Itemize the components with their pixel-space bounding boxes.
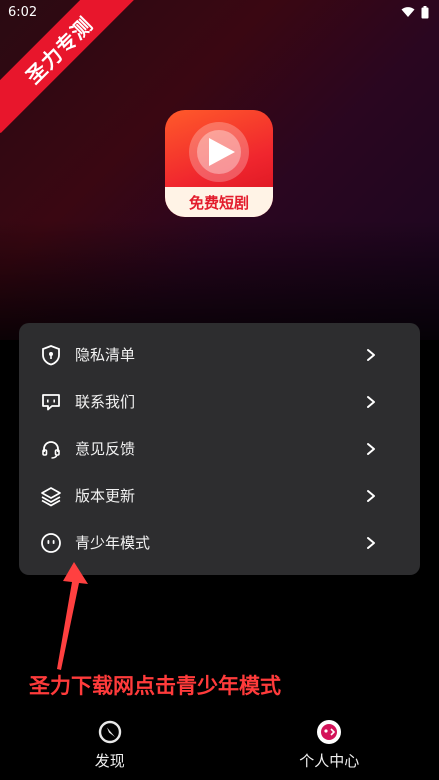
nav-item-discover[interactable]: 发现 bbox=[0, 712, 220, 780]
discover-icon bbox=[98, 720, 121, 744]
nav-item-profile[interactable]: 个人中心 bbox=[220, 712, 439, 780]
profile-icon bbox=[317, 720, 342, 744]
nav-label: 发现 bbox=[94, 752, 125, 770]
menu-item-label: 青少年模式 bbox=[75, 534, 151, 552]
chevron-right-icon bbox=[367, 536, 375, 549]
nav-label: 个人中心 bbox=[299, 752, 360, 770]
menu-item-contact[interactable]: 联系我们 bbox=[19, 378, 420, 425]
annotation-arrow-icon bbox=[57, 562, 88, 670]
status-bar: 6:02 bbox=[0, 0, 439, 24]
message-icon bbox=[39, 390, 63, 414]
battery-icon bbox=[421, 5, 429, 18]
face-icon bbox=[39, 531, 63, 555]
layers-icon bbox=[39, 484, 63, 508]
play-logo-icon bbox=[189, 122, 249, 182]
app-logo-banner: 免费短剧 bbox=[165, 187, 273, 217]
menu-item-label: 意见反馈 bbox=[75, 440, 136, 458]
menu-item-label: 隐私清单 bbox=[75, 346, 136, 364]
status-time: 6:02 bbox=[8, 4, 38, 20]
wifi-icon bbox=[401, 7, 415, 17]
menu-item-label: 版本更新 bbox=[75, 487, 136, 505]
menu-item-label: 联系我们 bbox=[75, 393, 136, 411]
status-icons bbox=[401, 5, 429, 19]
settings-menu: 隐私清单 联系我们 意见反馈 版本更新 青少年模式 bbox=[19, 323, 420, 575]
menu-item-privacy[interactable]: 隐私清单 bbox=[19, 331, 420, 378]
app-logo: 免费短剧 bbox=[165, 110, 273, 217]
menu-item-feedback[interactable]: 意见反馈 bbox=[19, 425, 420, 472]
chevron-right-icon bbox=[367, 442, 375, 455]
chevron-right-icon bbox=[367, 489, 375, 502]
chevron-right-icon bbox=[367, 395, 375, 408]
shield-icon bbox=[39, 343, 63, 367]
bottom-nav: 发现 个人中心 bbox=[0, 712, 439, 780]
headset-icon bbox=[39, 437, 63, 461]
chevron-right-icon bbox=[367, 348, 375, 361]
menu-item-teen-mode[interactable]: 青少年模式 bbox=[19, 519, 420, 566]
annotation-text: 圣力下载网点击青少年模式 bbox=[29, 674, 281, 698]
menu-item-version-update[interactable]: 版本更新 bbox=[19, 472, 420, 519]
